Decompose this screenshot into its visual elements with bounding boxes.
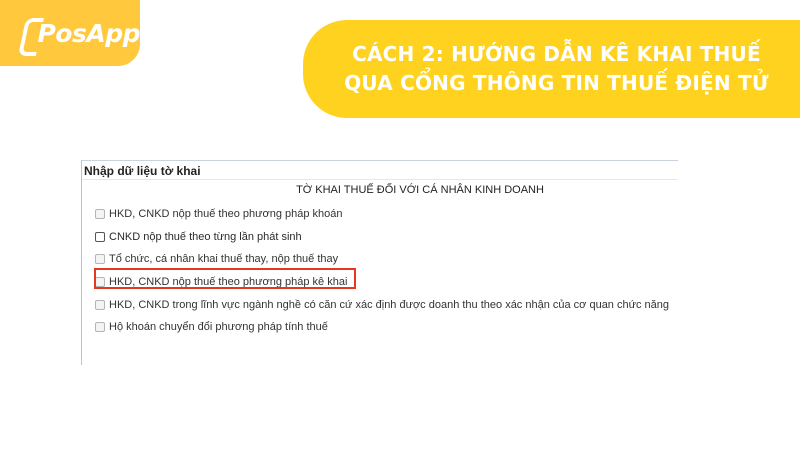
checkbox-tung-lan-phat-sinh[interactable] <box>95 232 105 242</box>
brand-logo: PosApp <box>0 0 140 66</box>
panel-border <box>82 160 678 161</box>
option-label: HKD, CNKD trong lĩnh vực ngành nghề có c… <box>109 299 669 311</box>
checkbox-xac-nhan-co-quan[interactable] <box>95 300 105 310</box>
checkbox-khoan[interactable] <box>95 209 105 219</box>
title-banner: CÁCH 2: HƯỚNG DẪN KÊ KHAI THUẾ QUA CỔNG … <box>303 20 800 118</box>
banner-title-line-2: QUA CỔNG THÔNG TIN THUẾ ĐIỆN TỬ <box>344 71 769 95</box>
option-label: Tổ chức, cá nhân khai thuế thay, nộp thu… <box>109 253 339 265</box>
form-heading: TỜ KHAI THUẾ ĐỐI VỚI CÁ NHÂN KINH DOANH <box>296 184 544 196</box>
logo-icon <box>22 18 31 48</box>
option-label: HKD, CNKD nộp thuế theo phương pháp khoá… <box>109 208 343 220</box>
banner-title-line-1: CÁCH 2: HƯỚNG DẪN KÊ KHAI THUẾ <box>352 42 761 66</box>
section-divider <box>82 179 678 180</box>
option-khai-thay[interactable]: Tổ chức, cá nhân khai thuế thay, nộp thu… <box>95 253 338 265</box>
logo-text: PosApp <box>37 18 140 48</box>
option-tung-lan-phat-sinh[interactable]: CNKD nộp thuế theo từng lần phát sinh <box>95 231 302 243</box>
option-label: HKD, CNKD nộp thuế theo phương pháp kê k… <box>109 276 348 288</box>
option-khoan[interactable]: HKD, CNKD nộp thuế theo phương pháp khoá… <box>95 208 343 220</box>
section-title: Nhập dữ liệu tờ khai <box>84 164 201 178</box>
option-label: CNKD nộp thuế theo từng lần phát sinh <box>109 231 302 243</box>
option-ho-khoan-chuyen-doi[interactable]: Hộ khoán chuyển đổi phương pháp tính thu… <box>95 321 328 333</box>
option-label: Hộ khoán chuyển đổi phương pháp tính thu… <box>109 321 328 333</box>
checkbox-khai-thay[interactable] <box>95 254 105 264</box>
checkbox-ke-khai[interactable] <box>95 277 105 287</box>
option-ke-khai[interactable]: HKD, CNKD nộp thuế theo phương pháp kê k… <box>95 276 347 288</box>
checkbox-ho-khoan-chuyen-doi[interactable] <box>95 322 105 332</box>
declaration-form-panel: Nhập dữ liệu tờ khai TỜ KHAI THUẾ ĐỐI VỚ… <box>81 160 678 365</box>
option-xac-nhan-co-quan[interactable]: HKD, CNKD trong lĩnh vực ngành nghề có c… <box>95 299 669 311</box>
